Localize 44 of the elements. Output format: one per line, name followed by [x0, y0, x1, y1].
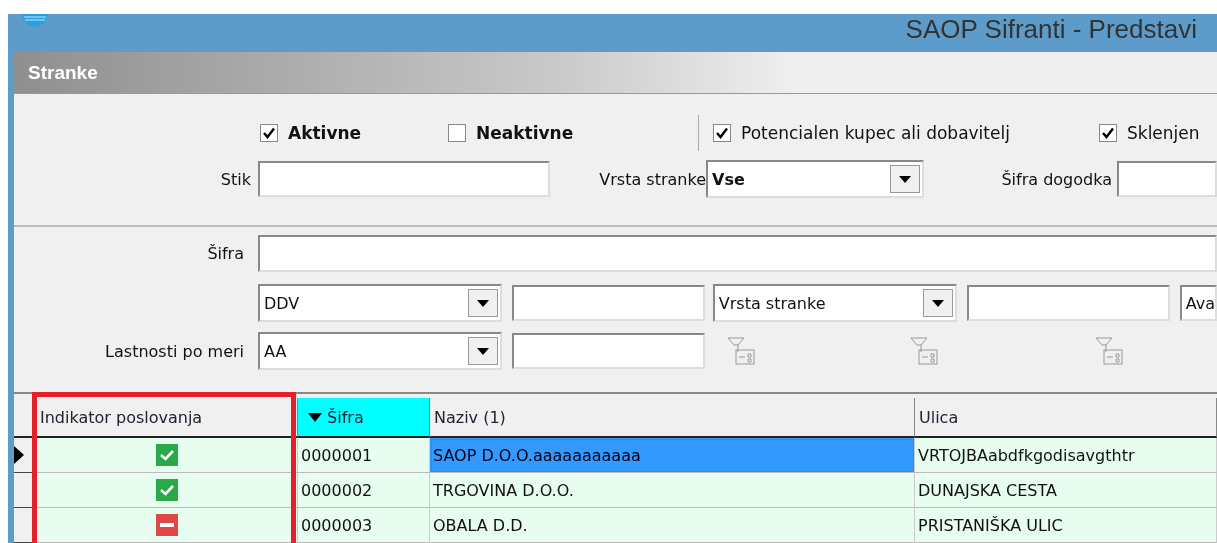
dropdown[interactable]: Vse	[706, 160, 924, 198]
dropdown[interactable]: DDV	[257, 284, 502, 322]
input-field[interactable]	[258, 235, 1217, 272]
checkbox[interactable]	[713, 124, 731, 142]
input-field[interactable]	[511, 285, 705, 321]
checkbox-option[interactable]: Potencialen kupec ali dobavitelj	[713, 123, 1099, 143]
checkbox[interactable]	[448, 124, 466, 142]
checkbox-option[interactable]: Neaktivne	[448, 123, 698, 143]
field-label: Lastnosti po meri	[105, 341, 244, 361]
current-row-icon	[14, 446, 24, 464]
dropdown[interactable]: AA	[258, 332, 502, 370]
field-label: Stik	[219, 169, 251, 189]
table-cell: 0000003	[298, 508, 430, 543]
input-field[interactable]	[512, 333, 705, 369]
field-label: Vrsta stranke	[598, 169, 706, 189]
table-cell[interactable]: SAOP D.O.O.aaaaaaaaaaa	[430, 438, 915, 473]
checkbox-option[interactable]: Sklenjen	[1099, 123, 1200, 143]
table-cell: PRISTANIŠKA ULIC	[915, 508, 1217, 543]
check-status-icon	[155, 444, 178, 466]
column-header[interactable]: Indikator poslovanja	[36, 398, 298, 438]
table-cell: VRTOJBAabdfkgodisavgthtr	[915, 438, 1217, 473]
table-cell: 0000001	[298, 438, 430, 473]
column-header[interactable]: Ulica	[915, 398, 1217, 438]
input-field[interactable]	[966, 285, 1170, 321]
panel-title: Stranke	[28, 61, 98, 84]
table-cell: 0000002	[298, 473, 430, 508]
table-cell: DUNAJSKA CESTA	[915, 473, 1217, 508]
sort-arrow-icon	[308, 412, 322, 422]
column-header[interactable]: Šifra	[298, 398, 430, 438]
input-field[interactable]	[1117, 161, 1217, 197]
checkbox[interactable]	[1099, 124, 1117, 142]
input-field[interactable]	[258, 161, 550, 197]
checkbox[interactable]	[260, 124, 278, 142]
minus-status-icon	[155, 514, 178, 536]
field-label: Šifra dogodka	[1000, 169, 1112, 189]
dropdown[interactable]: Vrsta stranke	[712, 284, 957, 322]
table-cell[interactable]: OBALA D.D.	[430, 508, 915, 543]
table-cell[interactable]: TRGOVINA D.O.O.	[430, 473, 915, 508]
column-header[interactable]: Naziv (1)	[430, 398, 915, 438]
check-status-icon	[155, 479, 178, 501]
checkbox-option[interactable]: Aktivne	[260, 123, 448, 143]
input-field[interactable]: Ava	[1179, 285, 1217, 321]
window-title: SAOP Sifranti - Predstavi	[905, 14, 1198, 46]
field-label: Šifra	[206, 244, 244, 263]
